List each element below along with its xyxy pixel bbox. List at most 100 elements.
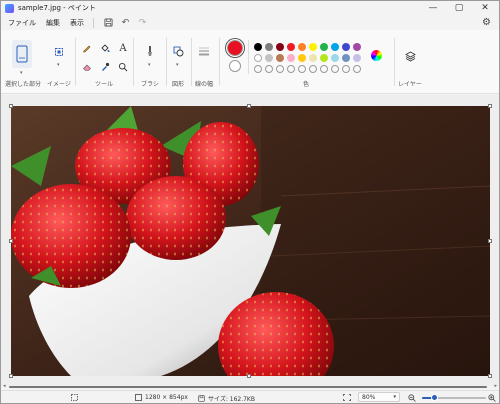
color-swatch[interactable]: [265, 54, 273, 62]
layers-group-label: レイヤー: [398, 81, 422, 88]
custom-color-slot[interactable]: [342, 65, 350, 73]
colors-group: 色: [220, 30, 392, 94]
color-swatch[interactable]: [309, 43, 317, 51]
selection-size-icon: [71, 394, 78, 401]
selection-group-label: 選択した部分: [4, 81, 41, 88]
close-button[interactable]: ✕: [472, 1, 498, 15]
scroll-right-arrow[interactable]: ▸: [494, 383, 497, 389]
custom-color-slot[interactable]: [298, 65, 306, 73]
save-icon[interactable]: [102, 16, 115, 29]
chevron-down-icon[interactable]: ▾: [176, 62, 179, 68]
resize-handle[interactable]: [488, 104, 492, 108]
line-width-icon[interactable]: [198, 45, 210, 57]
title-bar: sample7.jpg - ペイント — ▢ ✕: [1, 1, 499, 15]
color-swatch[interactable]: [320, 54, 328, 62]
file-size-status: サイズ: 162.7KB: [198, 394, 255, 403]
color-swatch[interactable]: [287, 43, 295, 51]
minimize-button[interactable]: —: [420, 1, 446, 15]
canvas-area: [1, 95, 499, 386]
color-swatch[interactable]: [331, 54, 339, 62]
color-swatch[interactable]: [254, 54, 262, 62]
custom-color-slot[interactable]: [276, 65, 284, 73]
edit-colors-icon[interactable]: [371, 50, 382, 61]
layers-group: レイヤー: [395, 30, 425, 94]
color-swatch[interactable]: [331, 43, 339, 51]
resize-handle[interactable]: [247, 104, 251, 108]
canvas-image[interactable]: [11, 106, 490, 376]
color-swatch[interactable]: [276, 54, 284, 62]
secondary-color-swatch[interactable]: [229, 60, 241, 72]
status-bar: 1280 × 854px サイズ: 162.7KB 80% ▾: [1, 390, 499, 403]
color-picker-icon[interactable]: [99, 61, 111, 73]
custom-color-slot[interactable]: [254, 65, 262, 73]
menu-view[interactable]: 表示: [65, 18, 89, 28]
image-size-status: 1280 × 854px: [135, 394, 188, 401]
fit-to-window-icon[interactable]: [343, 394, 351, 401]
gear-icon[interactable]: ⚙: [480, 16, 493, 29]
pencil-icon[interactable]: [81, 42, 93, 54]
layers-icon[interactable]: [404, 50, 416, 62]
custom-color-slot[interactable]: [331, 65, 339, 73]
ribbon: ▾ 選択した部分 ▾ イメージ A ツール ▾ ブラシ ▾ 図形 線の幅 色 レ…: [1, 30, 499, 94]
canvas-size-icon: [135, 394, 142, 401]
color-divider: [248, 40, 249, 74]
color-swatch[interactable]: [342, 54, 350, 62]
size-group-label: 線の幅: [194, 81, 213, 88]
menu-edit[interactable]: 編集: [41, 18, 65, 28]
scroll-left-arrow[interactable]: ◂: [3, 383, 6, 389]
color-swatch[interactable]: [309, 54, 317, 62]
zoom-value: 80%: [362, 393, 376, 401]
chevron-down-icon[interactable]: ▾: [57, 62, 60, 68]
zoom-select[interactable]: 80% ▾: [358, 392, 400, 402]
shapes-icon[interactable]: [172, 45, 184, 57]
fill-bucket-icon[interactable]: [99, 42, 111, 54]
color-swatch[interactable]: [353, 54, 361, 62]
custom-color-slot[interactable]: [353, 65, 361, 73]
color-swatch[interactable]: [276, 43, 284, 51]
undo-icon[interactable]: ↶: [119, 16, 132, 29]
chevron-down-icon[interactable]: ▾: [20, 70, 23, 76]
chevron-down-icon: ▾: [393, 394, 396, 400]
color-swatch[interactable]: [265, 43, 273, 51]
color-swatch[interactable]: [298, 43, 306, 51]
crop-icon[interactable]: [53, 46, 65, 58]
maximize-button[interactable]: ▢: [446, 1, 472, 15]
zoom-in-icon[interactable]: [488, 394, 496, 402]
zoom-out-icon[interactable]: [408, 394, 416, 402]
menu-divider: [93, 17, 94, 28]
magnifier-icon[interactable]: [117, 61, 129, 73]
custom-color-slot[interactable]: [265, 65, 273, 73]
chevron-down-icon[interactable]: ▾: [148, 62, 151, 68]
color-swatch[interactable]: [342, 43, 350, 51]
zoom-slider-knob[interactable]: [431, 394, 439, 401]
brush-icon[interactable]: [144, 45, 156, 57]
color-swatch[interactable]: [353, 43, 361, 51]
color-swatch[interactable]: [254, 43, 262, 51]
horizontal-scrollbar[interactable]: ◂ ▸: [3, 383, 497, 389]
resize-handle[interactable]: [488, 239, 492, 243]
selection-tool-button[interactable]: [12, 40, 32, 68]
size-group: 線の幅: [192, 30, 216, 94]
resize-handle[interactable]: [247, 374, 251, 378]
color-swatch[interactable]: [320, 43, 328, 51]
zoom-slider[interactable]: [422, 394, 486, 401]
scrollbar-thumb[interactable]: [9, 386, 487, 388]
ribbon-divider: [75, 38, 76, 86]
resize-handle[interactable]: [9, 374, 13, 378]
color-swatch[interactable]: [298, 54, 306, 62]
resize-handle[interactable]: [488, 374, 492, 378]
resize-handle[interactable]: [9, 104, 13, 108]
brushes-group: ▾ ブラシ: [135, 30, 165, 94]
color-swatch[interactable]: [287, 54, 295, 62]
menu-file[interactable]: ファイル: [3, 18, 41, 28]
custom-color-slot[interactable]: [287, 65, 295, 73]
selection-rect-icon: [16, 45, 28, 63]
eraser-icon[interactable]: [81, 61, 93, 73]
primary-color-swatch[interactable]: [228, 41, 242, 55]
custom-color-slot[interactable]: [309, 65, 317, 73]
custom-color-slot[interactable]: [320, 65, 328, 73]
redo-icon[interactable]: ↷: [136, 16, 149, 29]
paint-app-icon: [5, 3, 14, 13]
resize-handle[interactable]: [9, 239, 13, 243]
text-tool-icon[interactable]: A: [117, 42, 129, 54]
